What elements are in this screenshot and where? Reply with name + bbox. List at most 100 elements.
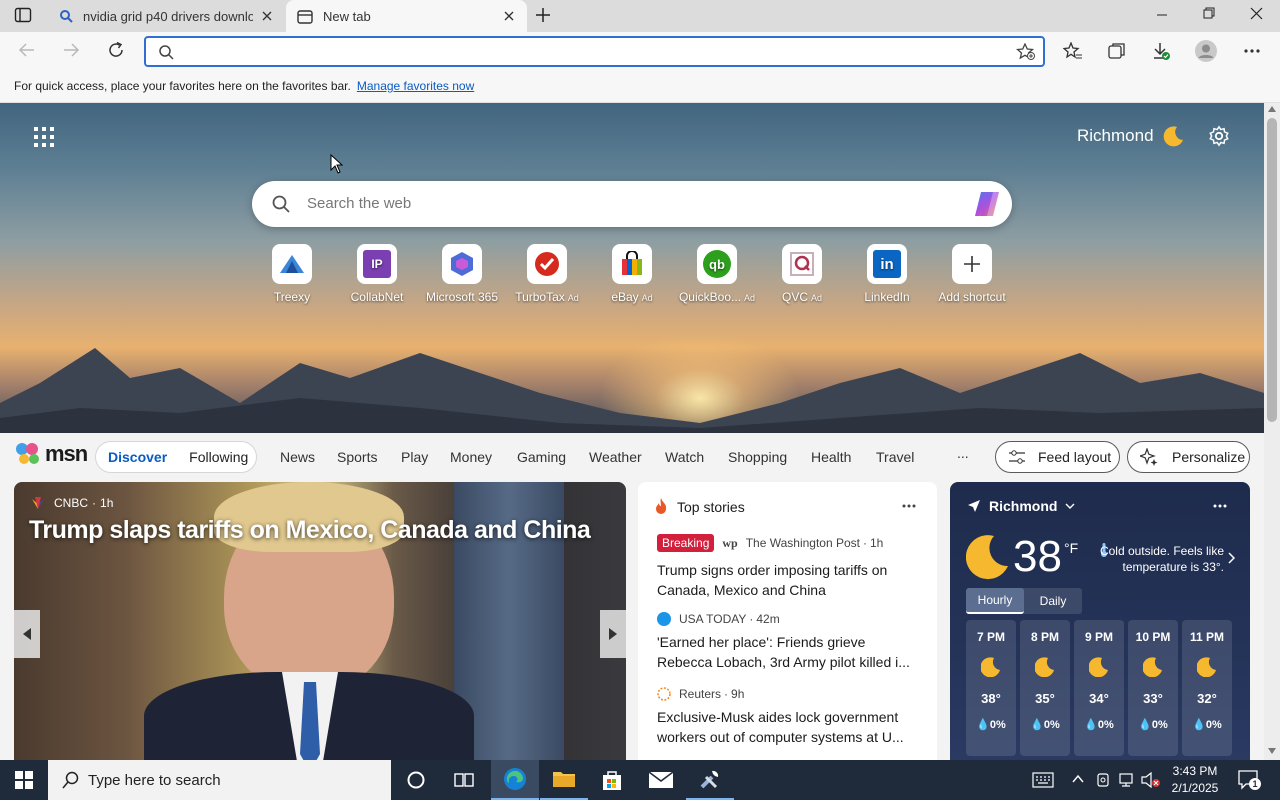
- new-tab-button[interactable]: [535, 7, 553, 25]
- taskbar-mail-button[interactable]: [637, 760, 685, 800]
- hourly-forecast-item[interactable]: 9 PM 34° 💧0%: [1074, 620, 1124, 756]
- copilot-icon[interactable]: [972, 190, 1002, 218]
- close-tab-icon[interactable]: [259, 8, 275, 24]
- hour-time: 11 PM: [1189, 630, 1225, 644]
- shortcut-ebay[interactable]: eBay Ad: [588, 244, 676, 304]
- scroll-down-icon[interactable]: [1268, 748, 1276, 754]
- task-view-button[interactable]: [440, 760, 488, 800]
- shortcut-qvc[interactable]: QVC Ad: [758, 244, 846, 304]
- shortcut-treexy[interactable]: Treexy: [248, 244, 336, 304]
- shortcut-collabnet[interactable]: IP CollabNet: [333, 244, 421, 304]
- tab-following[interactable]: Following: [189, 449, 248, 465]
- weather-location[interactable]: Richmond: [968, 498, 1075, 514]
- location-weather[interactable]: Richmond: [1077, 125, 1184, 147]
- shortcut-turbotax[interactable]: TurboTax Ad: [503, 244, 591, 304]
- taskbar-search-input[interactable]: Type here to search: [88, 772, 221, 789]
- story-headline[interactable]: Trump signs order imposing tariffs on Ca…: [657, 560, 922, 600]
- shortcut-linkedin[interactable]: in LinkedIn: [843, 244, 931, 304]
- tray-volume-icon[interactable]: [1141, 772, 1161, 788]
- apps-launcher-button[interactable]: [34, 127, 54, 147]
- hour-precip: 0%: [1043, 719, 1060, 731]
- nav-gaming[interactable]: Gaming: [517, 449, 566, 465]
- hero-story-card[interactable]: CNBC · 1h Trump slaps tariffs on Mexico,…: [14, 482, 626, 762]
- story-headline[interactable]: Exclusive-Musk aides lock government wor…: [657, 707, 922, 747]
- profile-button[interactable]: [1195, 40, 1217, 62]
- nav-travel[interactable]: Travel: [876, 449, 914, 465]
- feed-layout-button[interactable]: Feed layout: [995, 441, 1120, 473]
- nav-sports[interactable]: Sports: [337, 449, 377, 465]
- nav-weather[interactable]: Weather: [589, 449, 642, 465]
- msn-logo[interactable]: msn: [15, 441, 88, 467]
- nav-play[interactable]: Play: [401, 449, 428, 465]
- carousel-next-button[interactable]: [600, 610, 626, 658]
- back-button[interactable]: [18, 42, 36, 58]
- more-options-icon[interactable]: [902, 504, 916, 508]
- cnbc-logo-icon: [32, 497, 44, 509]
- nav-watch[interactable]: Watch: [665, 449, 704, 465]
- web-search-input[interactable]: Search the web: [307, 195, 411, 212]
- clock[interactable]: 3:43 PM 2/1/2025: [1166, 763, 1224, 797]
- tab-daily[interactable]: Daily: [1024, 588, 1082, 614]
- tab-actions-button[interactable]: [14, 7, 34, 25]
- refresh-button[interactable]: [107, 41, 125, 59]
- forward-button[interactable]: [62, 42, 80, 58]
- nav-news[interactable]: News: [280, 449, 315, 465]
- hour-precip: 0%: [1151, 719, 1168, 731]
- hourly-forecast-item[interactable]: 11 PM 32° 💧0%: [1182, 620, 1232, 756]
- taskbar-search-box[interactable]: Type here to search: [48, 760, 391, 800]
- more-options-icon[interactable]: [1213, 504, 1227, 508]
- story-headline[interactable]: Trump slaps tariffs on Mexico, Canada an…: [29, 516, 591, 545]
- manage-favorites-link[interactable]: Manage favorites now: [357, 79, 474, 93]
- taskbar-tools-button[interactable]: [686, 760, 734, 800]
- hourly-forecast-item[interactable]: 10 PM 33° 💧0%: [1128, 620, 1178, 756]
- collections-button[interactable]: [1107, 42, 1127, 60]
- favorites-button[interactable]: [1063, 42, 1083, 60]
- tray-network-icon[interactable]: [1118, 772, 1136, 788]
- minimize-button[interactable]: [1156, 8, 1172, 24]
- tab-new-tab[interactable]: New tab: [286, 0, 527, 33]
- moon-icon: [1143, 657, 1162, 677]
- touch-keyboard-button[interactable]: [1032, 772, 1054, 788]
- tab-discover[interactable]: Discover: [108, 449, 167, 465]
- restore-button[interactable]: [1203, 7, 1219, 23]
- personalize-button[interactable]: Personalize: [1127, 441, 1250, 473]
- nav-health[interactable]: Health: [811, 449, 851, 465]
- shortcut-label: QVC: [781, 290, 808, 304]
- story-age: 9h: [731, 687, 745, 701]
- action-center-button[interactable]: 1: [1238, 770, 1261, 790]
- page-settings-button[interactable]: [1208, 125, 1230, 147]
- shortcut-quickbooks[interactable]: qb QuickBoo... Ad: [673, 244, 761, 304]
- nav-money[interactable]: Money: [450, 449, 492, 465]
- chevron-right-icon[interactable]: [1228, 552, 1235, 564]
- settings-more-button[interactable]: [1244, 49, 1260, 53]
- close-tab-icon[interactable]: [501, 8, 517, 24]
- scroll-up-icon[interactable]: [1268, 106, 1276, 112]
- carousel-prev-button[interactable]: [14, 610, 40, 658]
- tray-device-icon[interactable]: [1096, 771, 1110, 789]
- moon-icon: [1197, 657, 1216, 677]
- nav-more-button[interactable]: ...: [957, 445, 969, 461]
- scrollbar-thumb[interactable]: [1267, 118, 1277, 422]
- web-search-box[interactable]: Search the web: [252, 181, 1012, 227]
- story-headline[interactable]: 'Earned her place': Friends grieve Rebec…: [657, 632, 922, 672]
- taskbar-file-explorer-button[interactable]: [540, 760, 588, 800]
- shortcut-add[interactable]: Add shortcut: [928, 244, 1016, 304]
- story-age: 1h: [870, 536, 884, 550]
- taskbar-edge-button[interactable]: [491, 760, 539, 800]
- address-bar[interactable]: [144, 36, 1045, 67]
- hourly-forecast-item[interactable]: 8 PM 35° 💧0%: [1020, 620, 1070, 756]
- tab-hourly[interactable]: Hourly: [966, 588, 1024, 614]
- nav-shopping[interactable]: Shopping: [728, 449, 787, 465]
- show-hidden-icons-button[interactable]: [1072, 774, 1084, 784]
- cortana-button[interactable]: [392, 760, 440, 800]
- tab-nvidia-search[interactable]: nvidia grid p40 drivers downloa: [47, 0, 285, 32]
- downloads-button[interactable]: [1151, 41, 1171, 61]
- hourly-forecast-item[interactable]: 7 PM 38° 💧0%: [966, 620, 1016, 756]
- taskbar-store-button[interactable]: [588, 760, 636, 800]
- close-window-button[interactable]: [1250, 7, 1266, 23]
- add-favorite-icon[interactable]: [1016, 43, 1036, 61]
- start-button[interactable]: [0, 760, 48, 800]
- shortcut-microsoft-365[interactable]: Microsoft 365: [418, 244, 506, 304]
- story-source: Reuters: [679, 687, 722, 701]
- moon-icon: [1089, 657, 1108, 677]
